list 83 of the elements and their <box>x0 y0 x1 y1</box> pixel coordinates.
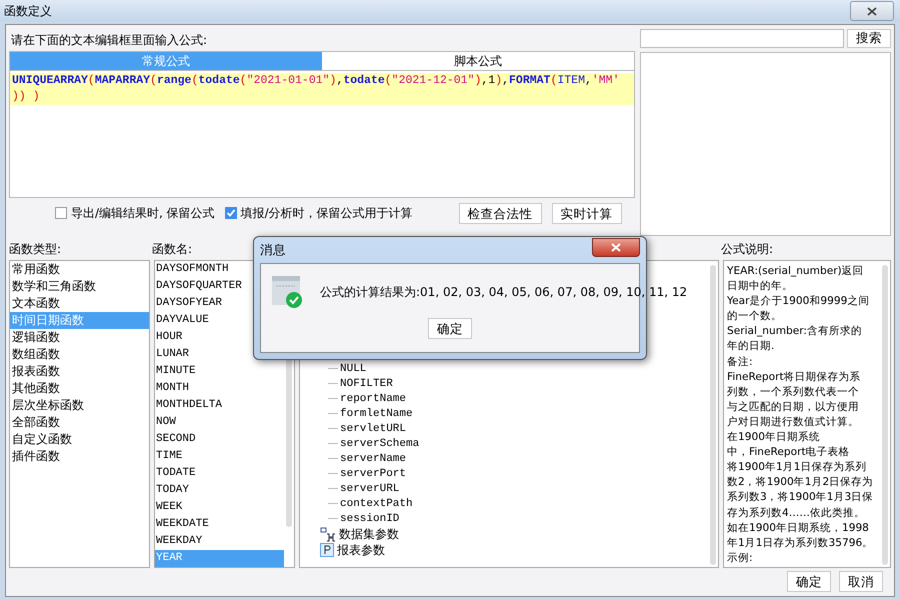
tree-item[interactable]: contextPath <box>340 498 413 510</box>
function-name-item[interactable]: TODAY <box>155 482 284 499</box>
function-type-item[interactable]: 文本函数 <box>10 295 149 312</box>
tree-item[interactable]: formletName <box>340 408 413 420</box>
function-name-item[interactable]: SECOND <box>155 431 284 448</box>
function-name-item[interactable]: MINUTE <box>155 363 284 380</box>
success-icon <box>272 276 302 308</box>
tree-item[interactable]: 报表参数 <box>337 542 385 558</box>
checkbox[interactable] <box>55 207 67 219</box>
description-text: 日期中的年。 <box>727 279 793 294</box>
function-type-item[interactable]: 数学和三角函数 <box>10 278 149 295</box>
close-button[interactable] <box>850 1 894 21</box>
description-label: 公式说明: <box>721 241 774 258</box>
tree-item[interactable]: 数据集参数 <box>339 526 399 542</box>
function-name-item[interactable]: WEEKDAY <box>155 533 284 550</box>
tree-item[interactable]: NOFILTER <box>340 378 393 390</box>
description-text: 列数，一个系列数代表一个 <box>727 384 859 400</box>
tree-item[interactable]: serverPort <box>340 468 406 480</box>
description-text: 示例: <box>727 550 753 566</box>
description-text: 年1月1日存为系列数35796。 <box>727 536 874 551</box>
option-label: 填报/分析时，保留公式用于计算 <box>240 204 413 222</box>
parameter-icon <box>320 543 334 557</box>
description-text: 年的日期. <box>727 339 774 354</box>
function-name-item[interactable]: MONTH <box>155 380 284 397</box>
function-name-item[interactable]: NOW <box>155 414 284 431</box>
formula-editor[interactable]: UNIQUEARRAY(MAPARRAY(range(todate("2021-01-01"),todate("2021-12-01"),1),FORMAT(ITEM,'MM' )) ) <box>9 70 635 198</box>
validate-button[interactable]: 检查合法性 <box>458 202 542 224</box>
description-text: YEAR:(serial_number)返回 <box>727 264 864 279</box>
ok-button[interactable]: 确定 <box>787 571 831 592</box>
function-type-item[interactable]: 插件函数 <box>10 448 149 465</box>
tree-item[interactable]: servletURL <box>340 422 406 434</box>
description-text: 与之匹配的日期，以方便用 <box>727 400 859 415</box>
close-icon <box>867 6 877 16</box>
function-type-item[interactable]: 报表函数 <box>10 363 149 380</box>
function-name-item[interactable]: TODATE <box>155 465 284 482</box>
description-text: 备注: <box>727 354 753 370</box>
cancel-button[interactable]: 取消 <box>839 571 883 592</box>
window-title: 函数定义 <box>4 2 53 20</box>
description-text: 户对日期进行数值式计算。 <box>727 414 859 430</box>
description-text: 在1900年日期系统 <box>727 430 820 446</box>
function-type-item[interactable]: 层次坐标函数 <box>10 397 149 414</box>
function-type-item[interactable]: 数组函数 <box>10 346 149 363</box>
function-name-item[interactable]: WEEK <box>155 499 284 516</box>
description-text: 数2，将1900年1月2日保存为 <box>727 475 874 490</box>
prompt-label: 请在下面的文本编辑框里面输入公式: <box>11 33 208 47</box>
dialog-message: 公式的计算结果为:01, 02, 03, 04, 05, 06, 07, 08, 09, 10, 11, 12 <box>320 284 688 300</box>
description-text: 将1900年1月1日保存为系列 <box>727 460 866 476</box>
tree-item[interactable]: serverSchema <box>340 438 420 450</box>
description-text: Serial_number:含有所求的 <box>727 324 862 340</box>
function-name-item[interactable]: WEEKDATE <box>155 516 284 533</box>
types-label: 函数类型: <box>9 242 62 256</box>
function-type-item[interactable]: 常用函数 <box>10 261 149 278</box>
tree-item[interactable]: sessionID <box>340 512 400 524</box>
checkbox[interactable] <box>224 207 237 219</box>
option-label: 导出/编辑结果时, 保留公式 <box>71 204 215 222</box>
function-type-item[interactable]: 其他函数 <box>10 380 149 397</box>
description-text: 的一个数。 <box>727 309 782 324</box>
dataset-icon <box>320 526 336 542</box>
tree-item[interactable]: serverURL <box>340 482 400 494</box>
function-type-item[interactable]: 逻辑函数 <box>10 329 149 346</box>
description-text: Year是介于1900和9999之间 <box>727 294 870 310</box>
search-button[interactable]: 搜索 <box>847 29 891 48</box>
description-text: 系列数3，将1900年1月3日保 <box>727 490 874 506</box>
description-text: FineReport将日期保存为系 <box>727 370 861 385</box>
dialog-title: 消息 <box>260 242 287 258</box>
function-type-item[interactable]: 自定义函数 <box>10 431 149 448</box>
description-text: 中，FineReport电子表格 <box>727 445 850 460</box>
close-icon <box>611 242 621 252</box>
scrollbar[interactable] <box>710 265 716 565</box>
tree-item[interactable]: NULL <box>340 362 366 374</box>
close-button[interactable] <box>592 238 640 256</box>
description-text: 存为系列数4……依此类推。 <box>727 506 865 520</box>
tree-item[interactable]: reportName <box>340 392 406 404</box>
function-name-item[interactable]: MONTHDELTA <box>155 397 284 414</box>
search-field[interactable] <box>640 29 844 48</box>
names-label: 函数名: <box>152 242 192 256</box>
tree-item[interactable]: serverName <box>340 452 406 464</box>
scrollbar[interactable] <box>882 265 888 565</box>
description-text: 如在1900年日期系统，1998 <box>727 520 869 536</box>
ok-button[interactable]: 确定 <box>428 318 472 339</box>
function-name-item[interactable]: TIME <box>155 448 284 465</box>
calculate-button[interactable]: 实时计算 <box>552 202 622 224</box>
function-type-item[interactable]: 全部函数 <box>10 414 149 431</box>
